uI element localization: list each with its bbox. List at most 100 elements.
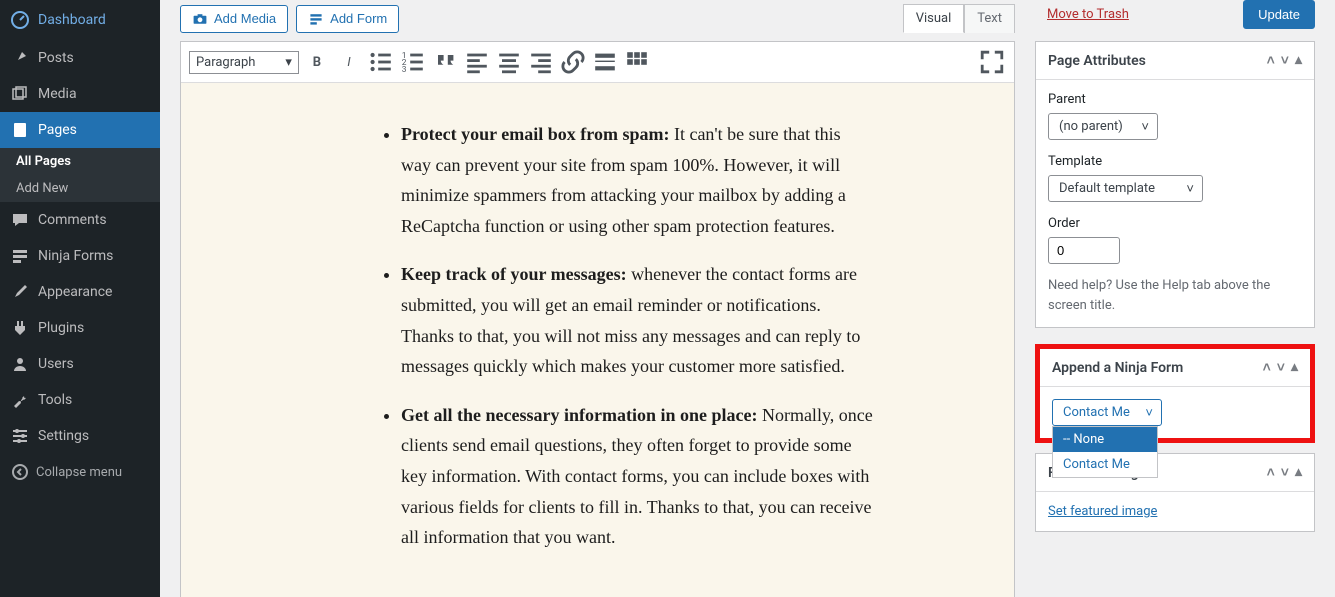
add-form-label: Add Form	[330, 11, 387, 26]
append-ninja-form-panel: Append a Ninja Form ˄ ˅ ▴ Contact Me ˅ -…	[1035, 344, 1315, 443]
sidebar-item-media[interactable]: Media	[0, 76, 160, 112]
add-media-label: Add Media	[214, 11, 276, 26]
content-editor: Paragraph ▾ B I 123 Protect your email b…	[180, 41, 1015, 597]
sidebar-item-settings[interactable]: Settings	[0, 418, 160, 454]
panel-header[interactable]: Page Attributes ˄ ˅ ▴	[1036, 42, 1314, 80]
sidebar-item-dashboard[interactable]: Dashboard	[0, 0, 160, 40]
tab-text[interactable]: Text	[964, 4, 1015, 33]
content-list: Protect your email box from spam: It can…	[241, 119, 954, 553]
caret-up-icon[interactable]: ▴	[1291, 359, 1298, 376]
panel-header[interactable]: Append a Ninja Form ˄ ˅ ▴	[1040, 349, 1310, 387]
form-icon	[308, 11, 324, 27]
page-icon	[10, 120, 30, 140]
sidebar-label: Appearance	[38, 284, 112, 300]
dropdown-option-contact-me[interactable]: Contact Me	[1053, 452, 1157, 477]
list-item: Get all the necessary information in one…	[401, 400, 954, 553]
align-left-button[interactable]	[463, 48, 491, 76]
format-select[interactable]: Paragraph ▾	[189, 51, 299, 74]
svg-text:3: 3	[402, 65, 407, 75]
user-icon	[10, 354, 30, 374]
blockquote-button[interactable]	[431, 48, 459, 76]
sidebar-label: Comments	[38, 212, 107, 228]
dropdown-option-none[interactable]: -- None	[1053, 427, 1157, 452]
caret-up-icon[interactable]: ▴	[1295, 464, 1302, 481]
order-label: Order	[1048, 216, 1302, 231]
sidebar-item-plugins[interactable]: Plugins	[0, 310, 160, 346]
list-item: Protect your email box from spam: It can…	[401, 119, 954, 241]
order-input[interactable]	[1048, 237, 1120, 264]
chevron-down-icon: ▾	[285, 55, 292, 70]
update-button[interactable]: Update	[1243, 0, 1315, 29]
numbered-list-button[interactable]: 123	[399, 48, 427, 76]
ninja-form-dropdown[interactable]: Contact Me ˅ -- None Contact Me	[1052, 399, 1162, 426]
sidebar-item-ninja-forms[interactable]: Ninja Forms	[0, 238, 160, 274]
read-more-button[interactable]	[591, 48, 619, 76]
sidebar-label: Plugins	[38, 320, 84, 336]
caret-up-icon[interactable]: ▴	[1295, 52, 1302, 69]
chevron-down-icon: ˅	[1145, 405, 1153, 421]
sidebar-label: Tools	[38, 392, 72, 408]
camera-icon	[192, 11, 208, 27]
sidebar-label: Media	[38, 86, 77, 102]
sidebar-label: Posts	[38, 50, 74, 66]
parent-label: Parent	[1048, 92, 1302, 107]
editor-content[interactable]: Protect your email box from spam: It can…	[181, 83, 1014, 597]
submenu-add-new[interactable]: Add New	[0, 175, 160, 202]
sidebar-item-users[interactable]: Users	[0, 346, 160, 382]
add-media-button[interactable]: Add Media	[180, 5, 288, 33]
sidebar-item-appearance[interactable]: Appearance	[0, 274, 160, 310]
set-featured-image-link[interactable]: Set featured image	[1048, 504, 1157, 519]
chevron-up-icon[interactable]: ˄	[1263, 359, 1271, 376]
add-form-button[interactable]: Add Form	[296, 5, 399, 33]
bold-button[interactable]: B	[303, 48, 331, 76]
bullet-bold: Protect your email box from spam:	[401, 124, 669, 144]
panel-title: Append a Ninja Form	[1052, 360, 1183, 376]
panel-title: Page Attributes	[1048, 53, 1146, 69]
chevron-down-icon: ˅	[1141, 119, 1149, 135]
tab-visual[interactable]: Visual	[903, 4, 965, 33]
editor-tabs: Visual Text	[903, 4, 1015, 33]
link-button[interactable]	[559, 48, 587, 76]
template-select[interactable]: Default template ˅	[1048, 175, 1203, 202]
wrench-icon	[10, 390, 30, 410]
chevron-up-icon[interactable]: ˄	[1267, 52, 1275, 69]
page-attributes-panel: Page Attributes ˄ ˅ ▴ Parent (no parent)…	[1035, 41, 1315, 328]
tinymce-toolbar: Paragraph ▾ B I 123	[181, 42, 1014, 83]
sidebar-label: Settings	[38, 428, 89, 444]
bullet-text: Normally, once clients send email questi…	[401, 405, 873, 547]
move-to-trash-link[interactable]: Move to Trash	[1047, 7, 1129, 22]
align-right-button[interactable]	[527, 48, 555, 76]
chevron-up-icon[interactable]: ˄	[1267, 464, 1275, 481]
chevron-down-icon[interactable]: ˅	[1281, 464, 1289, 481]
admin-sidebar: Dashboard Posts Media Pages All Pages Ad…	[0, 0, 160, 597]
sidebar-label: Pages	[38, 122, 77, 138]
sidebar-item-comments[interactable]: Comments	[0, 202, 160, 238]
sliders-icon	[10, 426, 30, 446]
submenu-all-pages[interactable]: All Pages	[0, 148, 160, 175]
sidebar-item-posts[interactable]: Posts	[0, 40, 160, 76]
brush-icon	[10, 282, 30, 302]
pin-icon	[10, 48, 30, 68]
sidebar-label: Ninja Forms	[38, 248, 113, 264]
ninja-selected: Contact Me	[1063, 405, 1130, 420]
collapse-icon	[10, 462, 30, 482]
sidebar-item-pages[interactable]: Pages	[0, 112, 160, 148]
align-center-button[interactable]	[495, 48, 523, 76]
template-value: Default template	[1059, 181, 1155, 196]
plug-icon	[10, 318, 30, 338]
sidebar-item-tools[interactable]: Tools	[0, 382, 160, 418]
toolbar-toggle-button[interactable]	[623, 48, 651, 76]
chevron-down-icon[interactable]: ˅	[1277, 359, 1285, 376]
italic-button[interactable]: I	[335, 48, 363, 76]
fullscreen-button[interactable]	[978, 48, 1006, 76]
collapse-menu[interactable]: Collapse menu	[0, 454, 160, 490]
chevron-down-icon[interactable]: ˅	[1281, 52, 1289, 69]
parent-select[interactable]: (no parent) ˅	[1048, 113, 1158, 140]
bullet-bold: Keep track of your messages:	[401, 264, 627, 284]
sidebar-label: Dashboard	[38, 12, 106, 28]
form-icon	[10, 246, 30, 266]
dropdown-menu: -- None Contact Me	[1052, 426, 1158, 478]
help-text: Need help? Use the Help tab above the sc…	[1048, 276, 1302, 315]
collapse-label: Collapse menu	[36, 465, 122, 480]
bulleted-list-button[interactable]	[367, 48, 395, 76]
